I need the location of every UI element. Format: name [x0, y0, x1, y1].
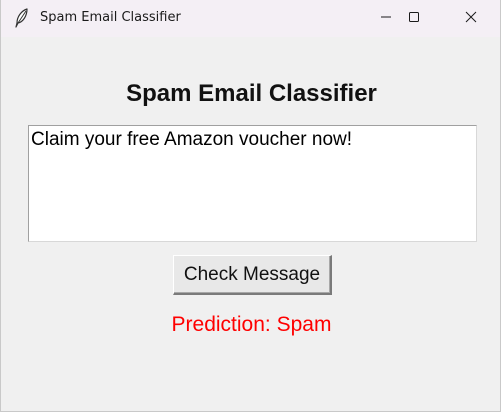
check-message-button[interactable]: Check Message [173, 255, 332, 295]
app-window: Spam Email Classifier Spam Email Classif… [0, 0, 501, 412]
maximize-button[interactable] [391, 0, 437, 37]
title-bar[interactable]: Spam Email Classifier [1, 0, 500, 37]
close-icon [465, 10, 477, 28]
maximize-icon [408, 10, 420, 28]
feather-icon [13, 8, 31, 28]
page-title: Spam Email Classifier [126, 80, 377, 107]
window-title: Spam Email Classifier [40, 10, 181, 25]
message-input[interactable]: Claim your free Amazon voucher now! [28, 125, 477, 242]
prediction-result: Prediction: Spam [171, 313, 332, 336]
close-button[interactable] [448, 0, 494, 37]
